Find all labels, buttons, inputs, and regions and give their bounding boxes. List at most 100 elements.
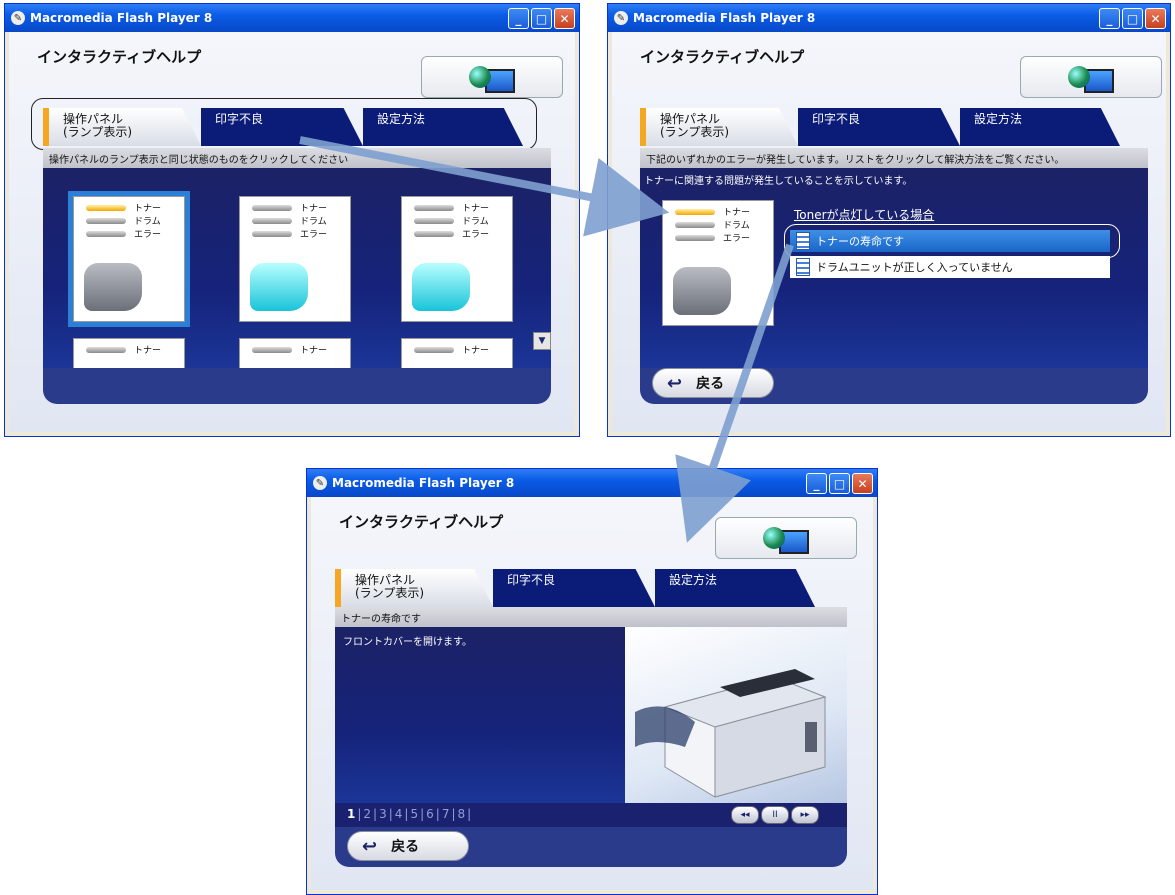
tab-label: 印字不良 xyxy=(507,573,556,587)
led-icon xyxy=(86,217,126,224)
lamp-label: トナー xyxy=(134,204,162,214)
tab-print-quality[interactable]: 印字不良 xyxy=(493,569,655,607)
lamp-card-4[interactable]: トナー xyxy=(73,338,185,368)
title-bar[interactable]: ✎ Macromedia Flash Player 8 _ □ ✕ xyxy=(307,469,877,497)
scroll-down-button[interactable]: ▼ xyxy=(533,332,551,350)
info-bar: トナーの寿命です xyxy=(335,607,847,627)
lamp-card-5[interactable]: トナー xyxy=(239,338,351,368)
window-3: ✎ Macromedia Flash Player 8 _ □ ✕ インタラクテ… xyxy=(306,468,878,895)
printer-button-icon xyxy=(412,263,470,311)
info-bar: 下記のいずれかのエラーが発生しています。リストをクリックして解決方法をご覧くださ… xyxy=(640,148,1148,168)
globe-icon xyxy=(1068,66,1090,88)
error-panel: トナーに関連する問題が発生していることを示しています。 トナー ドラム エラー … xyxy=(640,168,1148,368)
lamp-card-toner-on[interactable]: トナー ドラム エラー xyxy=(68,191,190,327)
lamp-label: トナー xyxy=(462,204,490,214)
lamp-card-3[interactable]: トナー ドラム エラー xyxy=(401,196,513,322)
lamp-label: ドラム xyxy=(134,217,161,227)
instruction-panel: フロントカバーを開けます。 xyxy=(335,627,847,803)
lamp-label: トナー xyxy=(300,346,328,356)
web-link-button[interactable] xyxy=(715,517,857,559)
web-link-button[interactable] xyxy=(421,56,563,98)
page-7[interactable]: 7 xyxy=(442,807,450,821)
maximize-button[interactable]: □ xyxy=(531,8,552,29)
control-bar: 1 | 2 | 3 | 4 | 5 | 6 | 7 | 8 | ◂◂ II ▸▸ xyxy=(335,803,847,827)
window-title: Macromedia Flash Player 8 xyxy=(633,11,816,25)
lamp-card-toner-on: トナー ドラム エラー xyxy=(662,200,774,326)
printer-photo xyxy=(625,627,847,803)
lamp-label: エラー xyxy=(723,234,751,244)
movie-icon xyxy=(796,258,810,276)
rewind-button[interactable]: ◂◂ xyxy=(731,806,759,824)
close-button[interactable]: ✕ xyxy=(1145,8,1166,29)
window-2: ✎ Macromedia Flash Player 8 _ □ ✕ インタラクテ… xyxy=(607,3,1171,437)
page-2[interactable]: 2 xyxy=(363,807,371,821)
minimize-button[interactable]: _ xyxy=(806,473,827,494)
lamp-label: トナー xyxy=(134,346,162,356)
tab-print-quality[interactable]: 印字不良 xyxy=(798,108,960,146)
forward-button[interactable]: ▸▸ xyxy=(791,806,819,824)
flash-icon: ✎ xyxy=(614,11,628,25)
back-label: 戻る xyxy=(696,376,725,392)
lamp-panel: トナー ドラム エラー トナー ドラム エラー トナー ドラム エラー トナー … xyxy=(43,168,551,368)
globe-icon xyxy=(763,527,785,549)
printer-button-icon xyxy=(250,263,308,311)
tab-label-line2: (ランプ表示) xyxy=(355,586,425,600)
list-item-drum-unit[interactable]: ドラムユニットが正しく入っていません xyxy=(790,256,1110,278)
tab-label-line2: (ランプ表示) xyxy=(660,125,730,139)
led-icon xyxy=(86,204,126,211)
maximize-button[interactable]: □ xyxy=(1122,8,1143,29)
title-bar[interactable]: ✎ Macromedia Flash Player 8 _ □ ✕ xyxy=(5,4,579,32)
tab-settings[interactable]: 設定方法 xyxy=(960,108,1120,146)
item-callout xyxy=(784,224,1120,258)
lamp-label: ドラム xyxy=(462,217,489,227)
page-8[interactable]: 8 xyxy=(458,807,466,821)
page-indicator: 1 | 2 | 3 | 4 | 5 | 6 | 7 | 8 | xyxy=(347,807,472,821)
lamp-label: エラー xyxy=(134,230,162,240)
playback-controls: ◂◂ II ▸▸ xyxy=(731,806,819,824)
close-button[interactable]: ✕ xyxy=(554,8,575,29)
back-arrow-icon: ↩ xyxy=(362,835,378,857)
minimize-button[interactable]: _ xyxy=(508,8,529,29)
lamp-card-2[interactable]: トナー ドラム エラー xyxy=(239,196,351,322)
app-title: インタラクティブヘルプ xyxy=(339,513,504,531)
lamp-label: エラー xyxy=(462,230,490,240)
info-bar: 操作パネルのランプ表示と同じ状態のものをクリックしてください xyxy=(43,148,551,168)
app-title: インタラクティブヘルプ xyxy=(37,48,202,66)
lamp-label: エラー xyxy=(300,230,328,240)
pause-button[interactable]: II xyxy=(761,806,789,824)
page-4[interactable]: 4 xyxy=(395,807,403,821)
tab-control-panel[interactable]: 操作パネル (ランプ表示) xyxy=(335,569,493,607)
printer-button-icon xyxy=(673,267,731,315)
close-button[interactable]: ✕ xyxy=(852,473,873,494)
list-heading: Tonerが点灯している場合 xyxy=(794,208,935,222)
globe-icon xyxy=(469,66,491,88)
page-6[interactable]: 6 xyxy=(426,807,434,821)
web-link-button[interactable] xyxy=(1020,56,1162,98)
instruction-text: フロントカバーを開けます。 xyxy=(343,637,472,648)
page-1[interactable]: 1 xyxy=(347,807,355,821)
window-1: ✎ Macromedia Flash Player 8 _ □ ✕ インタラクテ… xyxy=(4,3,580,437)
back-button[interactable]: ↩ 戻る xyxy=(347,831,469,861)
lamp-label: ドラム xyxy=(723,221,750,231)
lamp-card-6[interactable]: トナー xyxy=(401,338,513,368)
maximize-button[interactable]: □ xyxy=(829,473,850,494)
window-title: Macromedia Flash Player 8 xyxy=(332,476,515,490)
flash-icon: ✎ xyxy=(313,476,327,490)
tab-label: 設定方法 xyxy=(974,112,1023,126)
page-5[interactable]: 5 xyxy=(410,807,418,821)
tab-settings[interactable]: 設定方法 xyxy=(655,569,815,607)
printer-image xyxy=(635,669,827,798)
lamp-label: トナー xyxy=(462,346,490,356)
minimize-button[interactable]: _ xyxy=(1099,8,1120,29)
lamp-label: トナー xyxy=(723,208,751,218)
back-button[interactable]: ↩ 戻る xyxy=(652,368,774,398)
page-3[interactable]: 3 xyxy=(379,807,387,821)
back-arrow-icon: ↩ xyxy=(667,372,683,394)
problem-description: トナーに関連する問題が発生していることを示しています。 xyxy=(644,176,913,187)
tab-control-panel[interactable]: 操作パネル (ランプ表示) xyxy=(640,108,798,146)
tabs-callout xyxy=(31,98,537,150)
lamp-label: ドラム xyxy=(300,217,327,227)
footer-bar xyxy=(43,368,551,404)
lamp-label: トナー xyxy=(300,204,328,214)
title-bar[interactable]: ✎ Macromedia Flash Player 8 _ □ ✕ xyxy=(608,4,1170,32)
